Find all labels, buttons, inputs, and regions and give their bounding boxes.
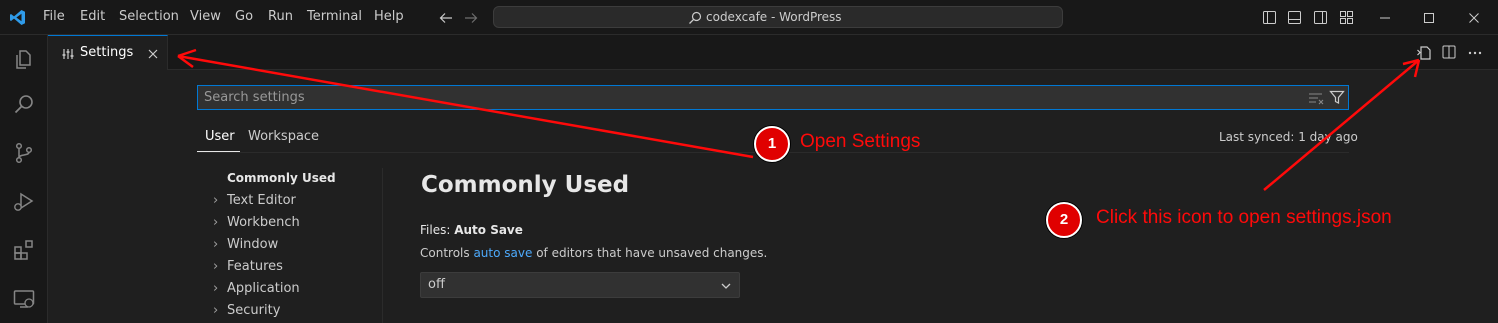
annotation-badge-2: 2 — [1046, 202, 1082, 238]
annotation-arrows — [177, 48, 1421, 191]
annotation-arrow-1 — [177, 54, 754, 159]
annotation-arrow-2 — [1263, 59, 1420, 191]
annotation-text-1: Open Settings — [800, 131, 921, 152]
annotation-badge-1: 1 — [754, 126, 790, 162]
annotation-text-2: Click this icon to open settings.json — [1096, 207, 1392, 228]
